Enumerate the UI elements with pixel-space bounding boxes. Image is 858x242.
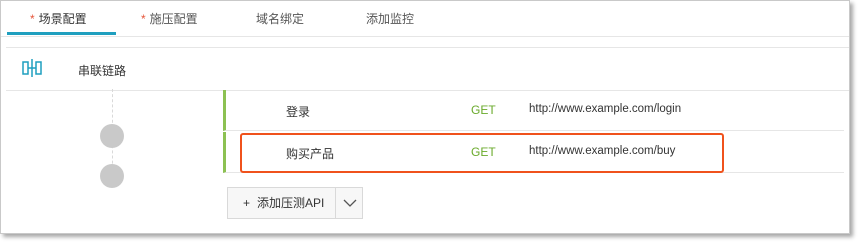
timeline-node: [100, 164, 124, 188]
required-mark: *: [30, 12, 35, 26]
tab-label: 域名绑定: [256, 12, 305, 26]
tab-add-monitor[interactable]: 添加监控: [366, 1, 414, 36]
tab-label: 添加监控: [366, 12, 415, 26]
active-tab-indicator: [7, 32, 116, 35]
add-api-button[interactable]: + 添加压测API: [227, 187, 336, 219]
required-mark: *: [141, 12, 146, 26]
chain-header: 串联链路: [6, 48, 849, 91]
tab-label: 场景配置: [38, 12, 87, 26]
tab-domain-binding[interactable]: 域名绑定: [256, 1, 304, 36]
tab-scene-config[interactable]: * 场景配置: [30, 1, 87, 36]
api-url: http://www.example.com/login: [529, 103, 682, 115]
api-name: 登录: [286, 105, 311, 119]
api-method: GET: [471, 103, 496, 117]
scene-config-window: * 场景配置 * 施压配置 域名绑定 添加监控 串联链路 登录 GET http:/: [0, 0, 850, 234]
chevron-down-icon: [343, 199, 357, 207]
timeline-node: [100, 124, 124, 148]
tab-pressure-config[interactable]: * 施压配置: [141, 1, 198, 36]
plus-icon: +: [243, 196, 251, 210]
highlight-box: [240, 133, 724, 173]
api-row-login[interactable]: 登录 GET http://www.example.com/login: [223, 90, 844, 131]
add-api-label: 添加压测API: [257, 196, 325, 210]
add-api-dropdown-button[interactable]: [335, 187, 363, 219]
chain-link-icon: [22, 59, 42, 77]
chain-title: 串联链路: [78, 64, 127, 78]
tab-label: 施压配置: [149, 12, 198, 26]
tab-bar: * 场景配置 * 施压配置 域名绑定 添加监控: [1, 1, 849, 37]
